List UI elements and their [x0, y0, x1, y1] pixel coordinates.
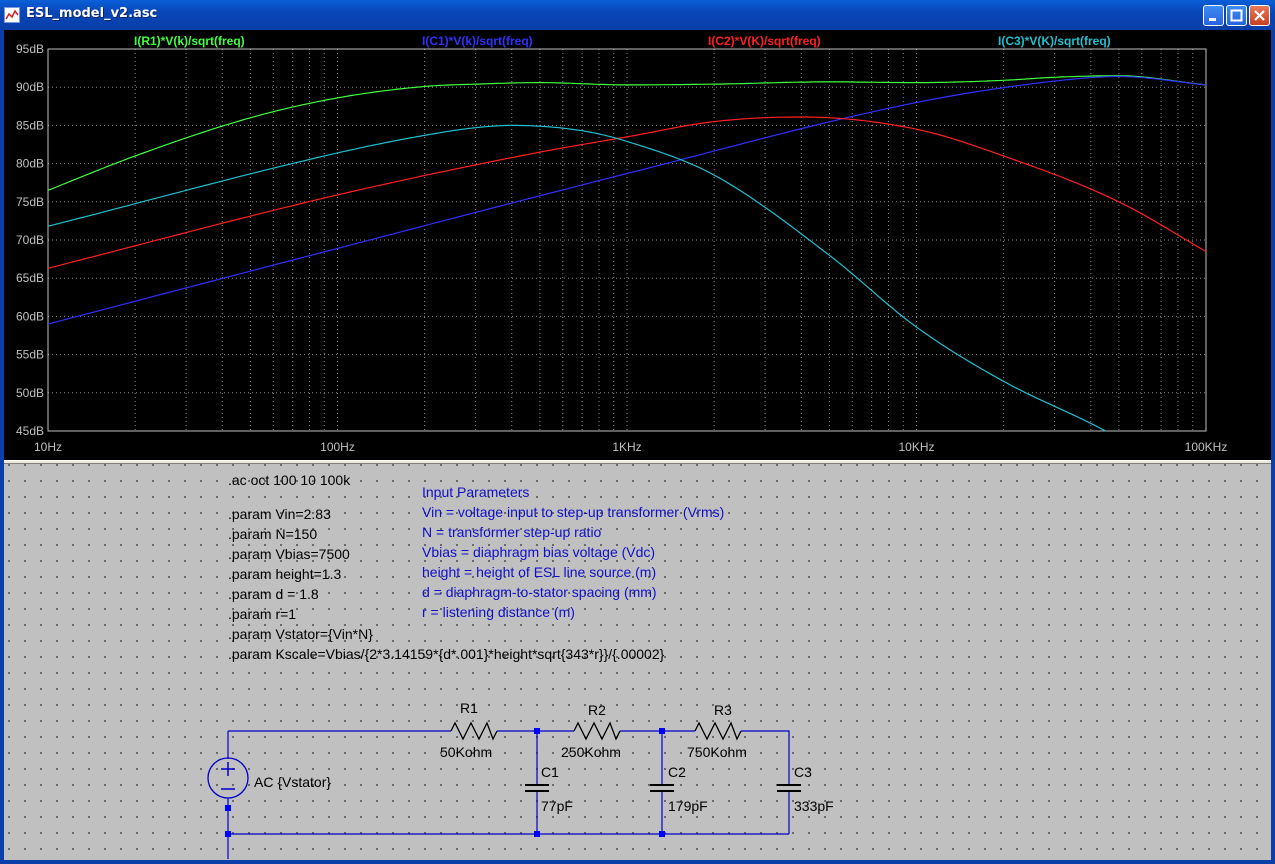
- y-tick-label: 95dB: [16, 42, 44, 56]
- title-bar[interactable]: ESL_model_v2.asc: [0, 0, 1275, 30]
- y-tick-label: 70dB: [16, 233, 44, 247]
- r3-name[interactable]: R3: [714, 702, 732, 718]
- y-tick-label: 75dB: [16, 195, 44, 209]
- resistors[interactable]: [450, 721, 742, 741]
- r2-value[interactable]: 250Kohm: [561, 744, 621, 760]
- y-axis-ticks: 95dB 90dB 85dB 80dB 75dB 70dB 65dB 60dB 55dB 50dB…: [16, 42, 44, 438]
- x-tick-label: 10KHz: [898, 440, 934, 454]
- close-icon: [1254, 10, 1265, 21]
- maximize-button[interactable]: [1226, 5, 1247, 26]
- r1-value[interactable]: 50Kohm: [440, 744, 492, 760]
- y-tick-label: 85dB: [16, 118, 44, 132]
- x-tick-label: 10Hz: [34, 440, 62, 454]
- source-value[interactable]: AC {Vstator}: [254, 774, 331, 790]
- c2-value[interactable]: 179pF: [668, 798, 708, 814]
- c1-name[interactable]: C1: [541, 764, 559, 780]
- c1-value[interactable]: 77pF: [541, 798, 573, 814]
- window-title: ESL_model_v2.asc: [26, 6, 158, 21]
- maximize-icon: [1230, 9, 1243, 22]
- c3-name[interactable]: C3: [794, 764, 812, 780]
- resistor-r2: [573, 721, 621, 741]
- trace-label-r1[interactable]: I(R1)*V(k)/sqrt(freq): [134, 34, 245, 48]
- close-button[interactable]: [1249, 5, 1270, 26]
- x-tick-label: 100Hz: [320, 440, 355, 454]
- c3-value[interactable]: 333pF: [794, 798, 834, 814]
- y-tick-label: 60dB: [16, 309, 44, 323]
- trace-labels[interactable]: I(R1)*V(k)/sqrt(freq) I(C1)*V(k)/sqrt(fre…: [134, 34, 1111, 48]
- app-icon: [4, 7, 20, 23]
- schematic-editor[interactable]: .ac oct 100 10 100k .param Vin=2.83 .par…: [4, 464, 1271, 860]
- y-tick-label: 50dB: [16, 386, 44, 400]
- minimize-icon: [1209, 18, 1216, 21]
- voltage-source[interactable]: [207, 757, 249, 799]
- resistor-r3: [694, 721, 742, 741]
- window-frame-right: [1271, 30, 1275, 864]
- resistor-r1: [450, 721, 498, 741]
- x-tick-label: 100KHz: [1185, 440, 1228, 454]
- circuit-wiring[interactable]: [4, 464, 1271, 860]
- y-tick-label: 65dB: [16, 271, 44, 285]
- r1-name[interactable]: R1: [460, 700, 478, 716]
- r3-value[interactable]: 750Kohm: [687, 744, 747, 760]
- window-frame-bottom: [0, 860, 1275, 864]
- capacitor-c1: [525, 784, 549, 792]
- y-tick-label: 80dB: [16, 157, 44, 171]
- waveform-viewer[interactable]: 95dB 90dB 85dB 80dB 75dB 70dB 65dB 60dB 55dB 50dB…: [4, 30, 1271, 460]
- capacitor-c3: [777, 784, 801, 792]
- capacitor-c2: [650, 784, 674, 792]
- capacitors[interactable]: [525, 784, 801, 792]
- trace-label-c1[interactable]: I(C1)*V(k)/sqrt(freq): [422, 34, 533, 48]
- trace-label-c3[interactable]: I(C3)*V(K)/sqrt(freq): [998, 34, 1111, 48]
- r2-name[interactable]: R2: [588, 702, 606, 718]
- x-axis-ticks: 10Hz 100Hz 1KHz 10KHz 100KHz: [34, 440, 1227, 454]
- plot-grid: [47, 48, 1206, 432]
- trace-label-c2[interactable]: I(C2)*V(K)/sqrt(freq): [708, 34, 821, 48]
- c2-name[interactable]: C2: [668, 764, 686, 780]
- y-tick-label: 90dB: [16, 80, 44, 94]
- x-tick-label: 1KHz: [612, 440, 641, 454]
- y-tick-label: 55dB: [16, 348, 44, 362]
- y-tick-label: 45dB: [16, 424, 44, 438]
- waveform-plot[interactable]: 95dB 90dB 85dB 80dB 75dB 70dB 65dB 60dB 55dB 50dB…: [4, 30, 1271, 460]
- minimize-button[interactable]: [1203, 5, 1224, 26]
